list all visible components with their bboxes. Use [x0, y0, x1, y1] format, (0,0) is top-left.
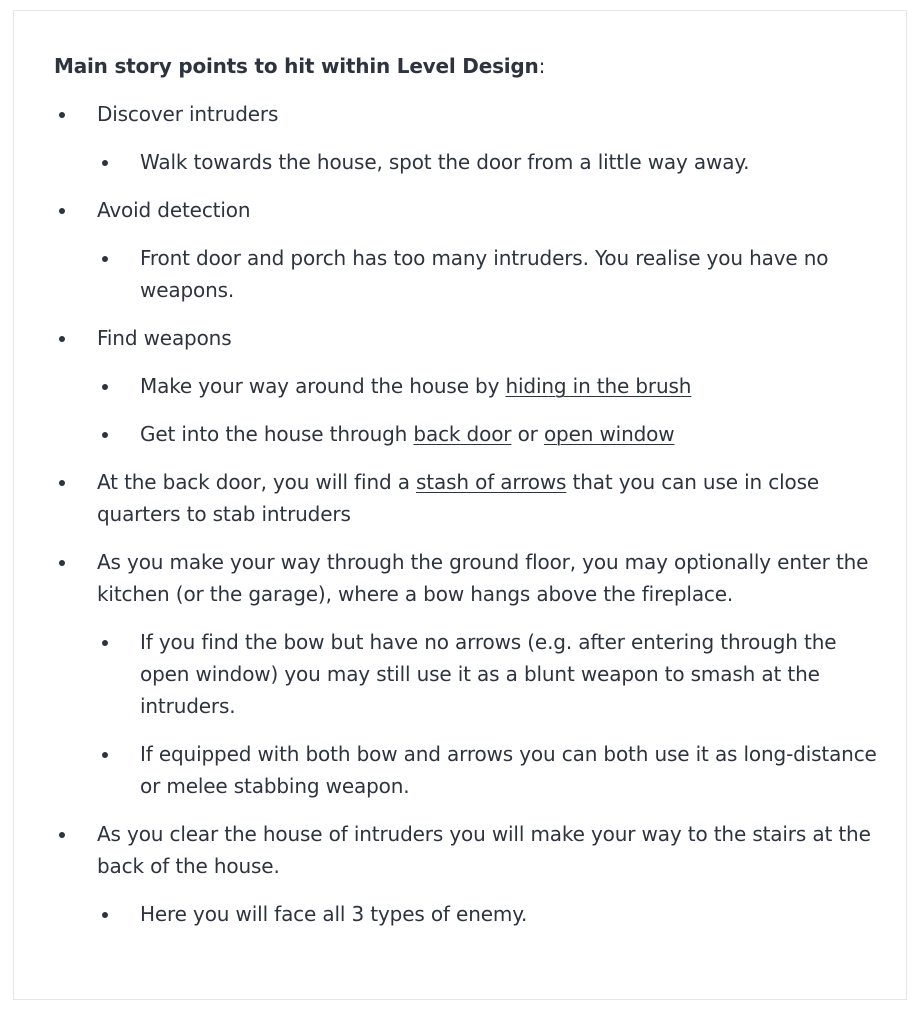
list-item-text: As you clear the house of intruders you …: [97, 822, 871, 878]
list-item-text: Walk towards the house, spot the door fr…: [140, 150, 750, 174]
list-item-text: As you make your way through the ground …: [97, 550, 869, 606]
bullet-icon: [97, 242, 140, 274]
list-item-text: Avoid detection: [97, 198, 251, 222]
list-item: Avoid detection: [54, 194, 874, 226]
list-item-text: Here you will face all 3 types of enemy.: [140, 902, 528, 926]
text-segment: At the back door, you will find a: [97, 470, 417, 494]
sub-list-item: Walk towards the house, spot the door fr…: [97, 146, 877, 178]
section-heading-title: Main story points to hit within Level De…: [54, 54, 539, 78]
bullet-icon: [97, 370, 140, 402]
section-heading: Main story points to hit within Level De…: [54, 52, 545, 80]
bullet-icon: [54, 818, 97, 850]
bullet-icon: [97, 626, 140, 658]
bullet-icon: [97, 146, 140, 178]
list-item: As you make your way through the ground …: [54, 546, 874, 610]
list-item-text: Get into the house through back door or …: [140, 418, 877, 450]
list-item-text: Find weapons: [97, 326, 232, 350]
sub-list-item: Get into the house through back door or …: [97, 418, 877, 450]
list-item: As you clear the house of intruders you …: [54, 818, 874, 882]
bullet-icon: [54, 194, 97, 226]
list-item-text: Discover intruders: [97, 102, 279, 126]
sub-list-item: Front door and porch has too many intrud…: [97, 242, 877, 306]
list-item: At the back door, you will find a stash …: [54, 466, 874, 530]
bullet-icon: [54, 322, 97, 354]
sub-list-item: Make your way around the house by hiding…: [97, 370, 877, 402]
list-item-text: Make your way around the house by hiding…: [140, 370, 877, 402]
list-item: Find weapons: [54, 322, 874, 354]
text-segment: Make your way around the house by: [140, 374, 506, 398]
link-stash-of-arrows[interactable]: stash of arrows: [416, 470, 566, 494]
bullet-icon: [97, 898, 140, 930]
bullet-icon: [54, 98, 97, 130]
sub-list-item: Here you will face all 3 types of enemy.: [97, 898, 877, 930]
bullet-icon: [54, 466, 97, 498]
section-heading-colon: :: [538, 54, 546, 78]
sub-list-item: If equipped with both bow and arrows you…: [97, 738, 877, 802]
bullet-icon: [97, 738, 140, 770]
list-item-text: At the back door, you will find a stash …: [97, 466, 874, 530]
link-open-window[interactable]: open window: [544, 422, 675, 446]
bullet-icon: [97, 418, 140, 450]
text-segment: or: [511, 422, 544, 446]
link-hiding-in-the-brush[interactable]: hiding in the brush: [506, 374, 692, 398]
bullet-icon: [54, 546, 97, 578]
list-item-text: If you find the bow but have no arrows (…: [140, 630, 837, 718]
list-item: Discover intruders: [54, 98, 874, 130]
list-item-text: If equipped with both bow and arrows you…: [140, 742, 877, 798]
sub-list-item: If you find the bow but have no arrows (…: [97, 626, 877, 722]
link-back-door[interactable]: back door: [413, 422, 511, 446]
list-item-text: Front door and porch has too many intrud…: [140, 246, 829, 302]
text-segment: Get into the house through: [140, 422, 414, 446]
